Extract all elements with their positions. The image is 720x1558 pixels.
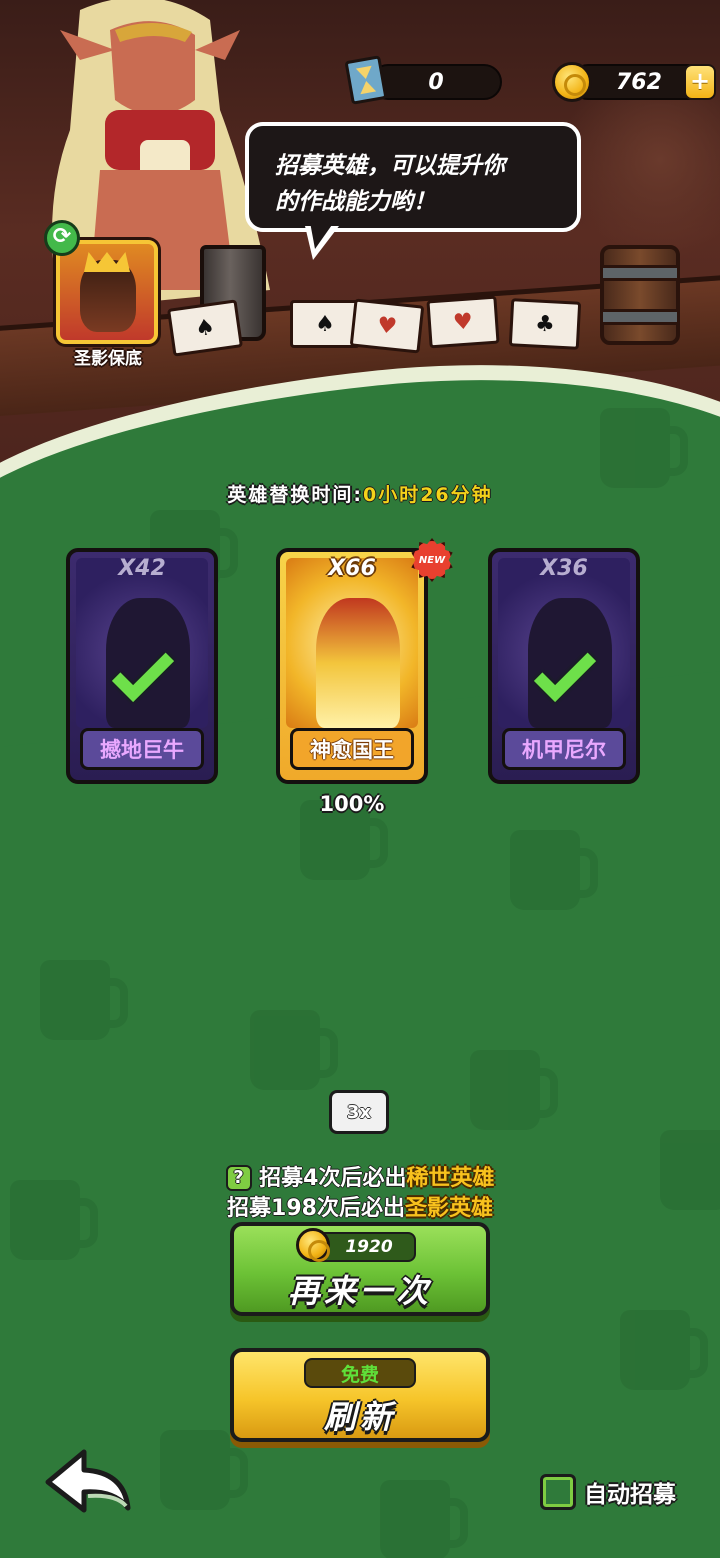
hero-name: 神愈国王: [290, 728, 414, 770]
hero-name: 撼地巨牛: [80, 728, 204, 770]
coin-icon: [296, 1228, 330, 1262]
holy-guarantee-prefix: 招募198次后必出: [227, 1196, 405, 1221]
hourglass-counter: 0: [370, 64, 502, 100]
hero-swap-timer: 英雄替换时间:0小时26分钟: [0, 480, 720, 507]
auto-recruit-checkbox[interactable]: [540, 1474, 576, 1510]
speed-toggle-button[interactable]: 3x: [329, 1090, 389, 1134]
playing-card: ♣: [508, 298, 582, 350]
hero-card-1[interactable]: X42 撼地巨牛: [66, 548, 218, 784]
hero-multiplier: X42: [118, 556, 166, 581]
hero-card-2[interactable]: X66 神愈国王: [276, 548, 428, 784]
hero-card-3[interactable]: X36 机甲尼尔: [488, 548, 640, 784]
hero-art: [76, 558, 208, 728]
playing-card: ♥: [426, 295, 500, 349]
background-mug-icon: [250, 1010, 338, 1090]
refresh-cost: 免费: [304, 1358, 416, 1388]
hero-art: [498, 558, 630, 728]
background-mug-icon: [160, 1430, 248, 1510]
auto-recruit-label: 自动招募: [584, 1482, 676, 1508]
holy-guarantee-text: 招募198次后必出圣影英雄: [0, 1190, 720, 1222]
auto-recruit-toggle[interactable]: 自动招募: [540, 1472, 676, 1512]
background-mug-icon: [510, 830, 598, 910]
timer-label: 英雄替换时间:: [227, 484, 363, 506]
refresh-button[interactable]: 免费 刷新: [230, 1348, 490, 1442]
background-mug-icon: [40, 960, 128, 1040]
hourglass-icon: [344, 55, 388, 105]
holy-shadow-guarantee-button[interactable]: [56, 240, 158, 344]
rare-guarantee-prefix: 招募4次后必出: [259, 1166, 407, 1191]
hero-silhouette: [316, 598, 400, 728]
speech-bubble: 招募英雄，可以提升你 的作战能力哟！: [245, 122, 581, 232]
hero-multiplier: X66: [328, 556, 376, 581]
hourglass-count: 0: [428, 69, 444, 95]
barrel: [600, 245, 680, 345]
crown-icon: [84, 252, 130, 272]
help-icon[interactable]: ?: [225, 1165, 252, 1191]
coin-count: 762: [616, 69, 662, 95]
holy-guarantee-highlight: 圣影英雄: [404, 1196, 493, 1221]
playing-card: ♠: [167, 299, 243, 357]
background-mug-icon: [380, 1480, 468, 1558]
guarantee-label: 圣影保底: [74, 349, 142, 369]
dialog-line-1: 招募英雄，可以提升你: [275, 153, 505, 179]
speech-bubble-tail: [305, 222, 339, 260]
recruit-again-button[interactable]: 1920 再来一次: [230, 1222, 490, 1316]
playing-card: ♥: [349, 298, 425, 354]
refresh-label: 刷新: [323, 1398, 396, 1436]
hero-probability: 100%: [319, 792, 385, 816]
coin-icon: [552, 62, 592, 102]
background-mug-icon: [620, 1310, 708, 1390]
timer-value: 0小时26分钟: [362, 484, 493, 506]
recruit-again-label: 再来一次: [287, 1272, 432, 1310]
background-mug-icon: [600, 408, 688, 488]
back-arrow-icon[interactable]: [44, 1446, 134, 1516]
recruit-cost-value: 1920: [345, 1237, 393, 1257]
rare-guarantee-highlight: 稀世英雄: [406, 1166, 495, 1191]
hero-name: 机甲尼尔: [502, 728, 626, 770]
hero-multiplier: X36: [540, 556, 588, 581]
background-mug-icon: [470, 1050, 558, 1130]
refresh-icon: ⟳: [44, 220, 80, 256]
hero-art: [286, 558, 418, 728]
dialog-line-2: 的作战能力哟！: [275, 189, 436, 215]
add-coins-button[interactable]: +: [684, 64, 716, 100]
rare-guarantee-text: ? 招募4次后必出稀世英雄: [0, 1160, 720, 1192]
